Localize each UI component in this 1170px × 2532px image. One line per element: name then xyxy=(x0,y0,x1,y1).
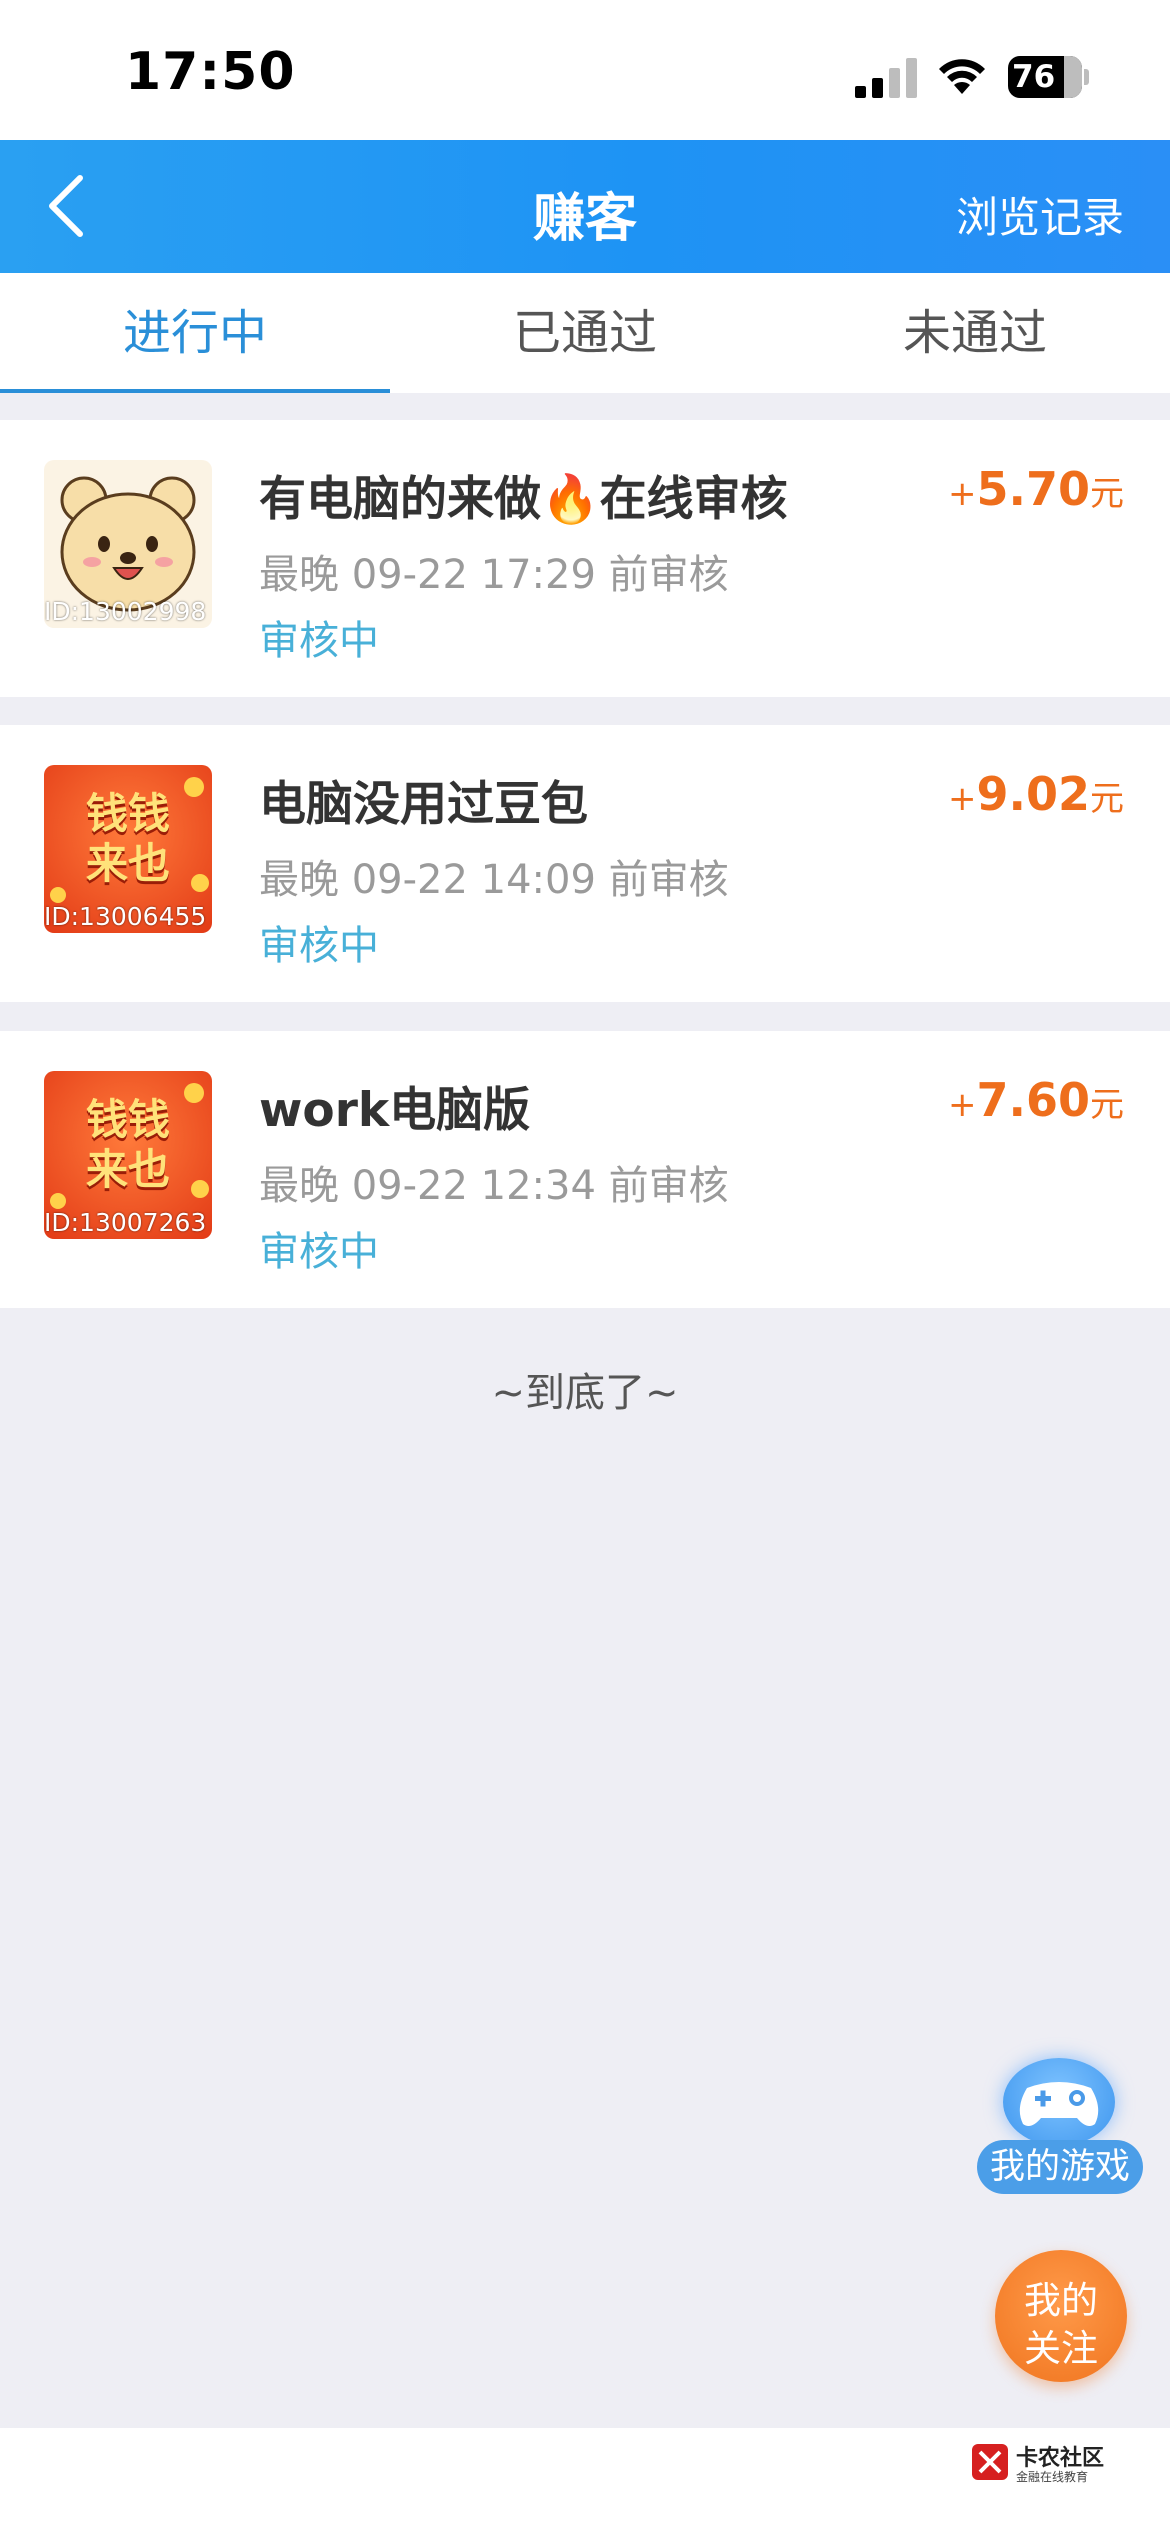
watermark: 卡农社区 金融在线教育 xyxy=(970,2438,1160,2488)
task-item[interactable]: 钱钱 来也 ID:13006455 电脑没用过豆包 最晚 09-22 14:09… xyxy=(0,725,1170,1002)
task-thumbnail: 钱钱 来也 ID:13006455 xyxy=(44,765,212,933)
follow-label-line1: 我的 xyxy=(1024,2279,1098,2322)
task-title: 有电脑的来做🔥在线审核 xyxy=(259,472,788,527)
status-bar: 17:50 76 xyxy=(0,0,1170,140)
follow-label-line2: 关注 xyxy=(1024,2327,1098,2370)
task-status: 审核中 xyxy=(259,923,379,969)
task-status: 审核中 xyxy=(259,1229,379,1275)
task-status: 审核中 xyxy=(259,618,379,664)
tab-in-progress[interactable]: 进行中 xyxy=(0,273,390,393)
task-deadline: 最晚 09-22 12:34 前审核 xyxy=(259,1163,729,1209)
thumb-text-line1: 钱钱 xyxy=(85,1095,170,1144)
my-games-button[interactable]: 我的游戏 xyxy=(977,2058,1143,2198)
wifi-icon xyxy=(939,59,985,94)
task-item[interactable]: ID:13002998 有电脑的来做🔥在线审核 最晚 09-22 17:29 前… xyxy=(0,420,1170,697)
gamepad-icon xyxy=(1003,2058,1115,2146)
battery-icon: 76 xyxy=(1008,56,1089,98)
nav-bar: 赚客 浏览记录 xyxy=(0,140,1170,273)
browse-history-link[interactable]: 浏览记录 xyxy=(956,184,1124,245)
task-id: ID:13002998 xyxy=(44,597,207,626)
task-reward: +5.70元 xyxy=(948,462,1124,516)
kanong-logo-icon xyxy=(972,2444,1008,2480)
task-title: work电脑版 xyxy=(259,1083,531,1138)
task-reward: +7.60元 xyxy=(948,1073,1124,1127)
my-follow-button[interactable]: 我的 关注 xyxy=(995,2250,1127,2382)
watermark-sub: 金融在线教育 xyxy=(1016,2470,1089,2484)
tab-bar: 进行中 已通过 未通过 xyxy=(0,273,1170,393)
task-title: 电脑没用过豆包 xyxy=(259,777,588,832)
status-time: 17:50 xyxy=(125,42,296,102)
tab-passed[interactable]: 已通过 xyxy=(390,273,780,393)
task-deadline: 最晚 09-22 14:09 前审核 xyxy=(259,857,729,903)
thumb-text-line1: 钱钱 xyxy=(85,789,170,838)
task-thumbnail: 钱钱 来也 ID:13007263 xyxy=(44,1071,212,1239)
task-item[interactable]: 钱钱 来也 ID:13007263 work电脑版 最晚 09-22 12:34… xyxy=(0,1031,1170,1308)
thumb-text-line2: 来也 xyxy=(85,1145,170,1194)
task-thumbnail: ID:13002998 xyxy=(44,460,212,628)
task-id: ID:13007263 xyxy=(44,1208,207,1237)
my-games-label: 我的游戏 xyxy=(977,2140,1143,2194)
tab-rejected[interactable]: 未通过 xyxy=(780,273,1170,393)
end-of-list-text: ~到底了~ xyxy=(491,1370,679,1416)
thumb-text-line2: 来也 xyxy=(85,839,170,888)
task-reward: +9.02元 xyxy=(948,767,1124,821)
task-id: ID:13006455 xyxy=(44,902,207,931)
task-deadline: 最晚 09-22 17:29 前审核 xyxy=(259,552,729,598)
battery-percent: 76 xyxy=(1012,59,1056,95)
cellular-signal-icon xyxy=(855,58,917,98)
